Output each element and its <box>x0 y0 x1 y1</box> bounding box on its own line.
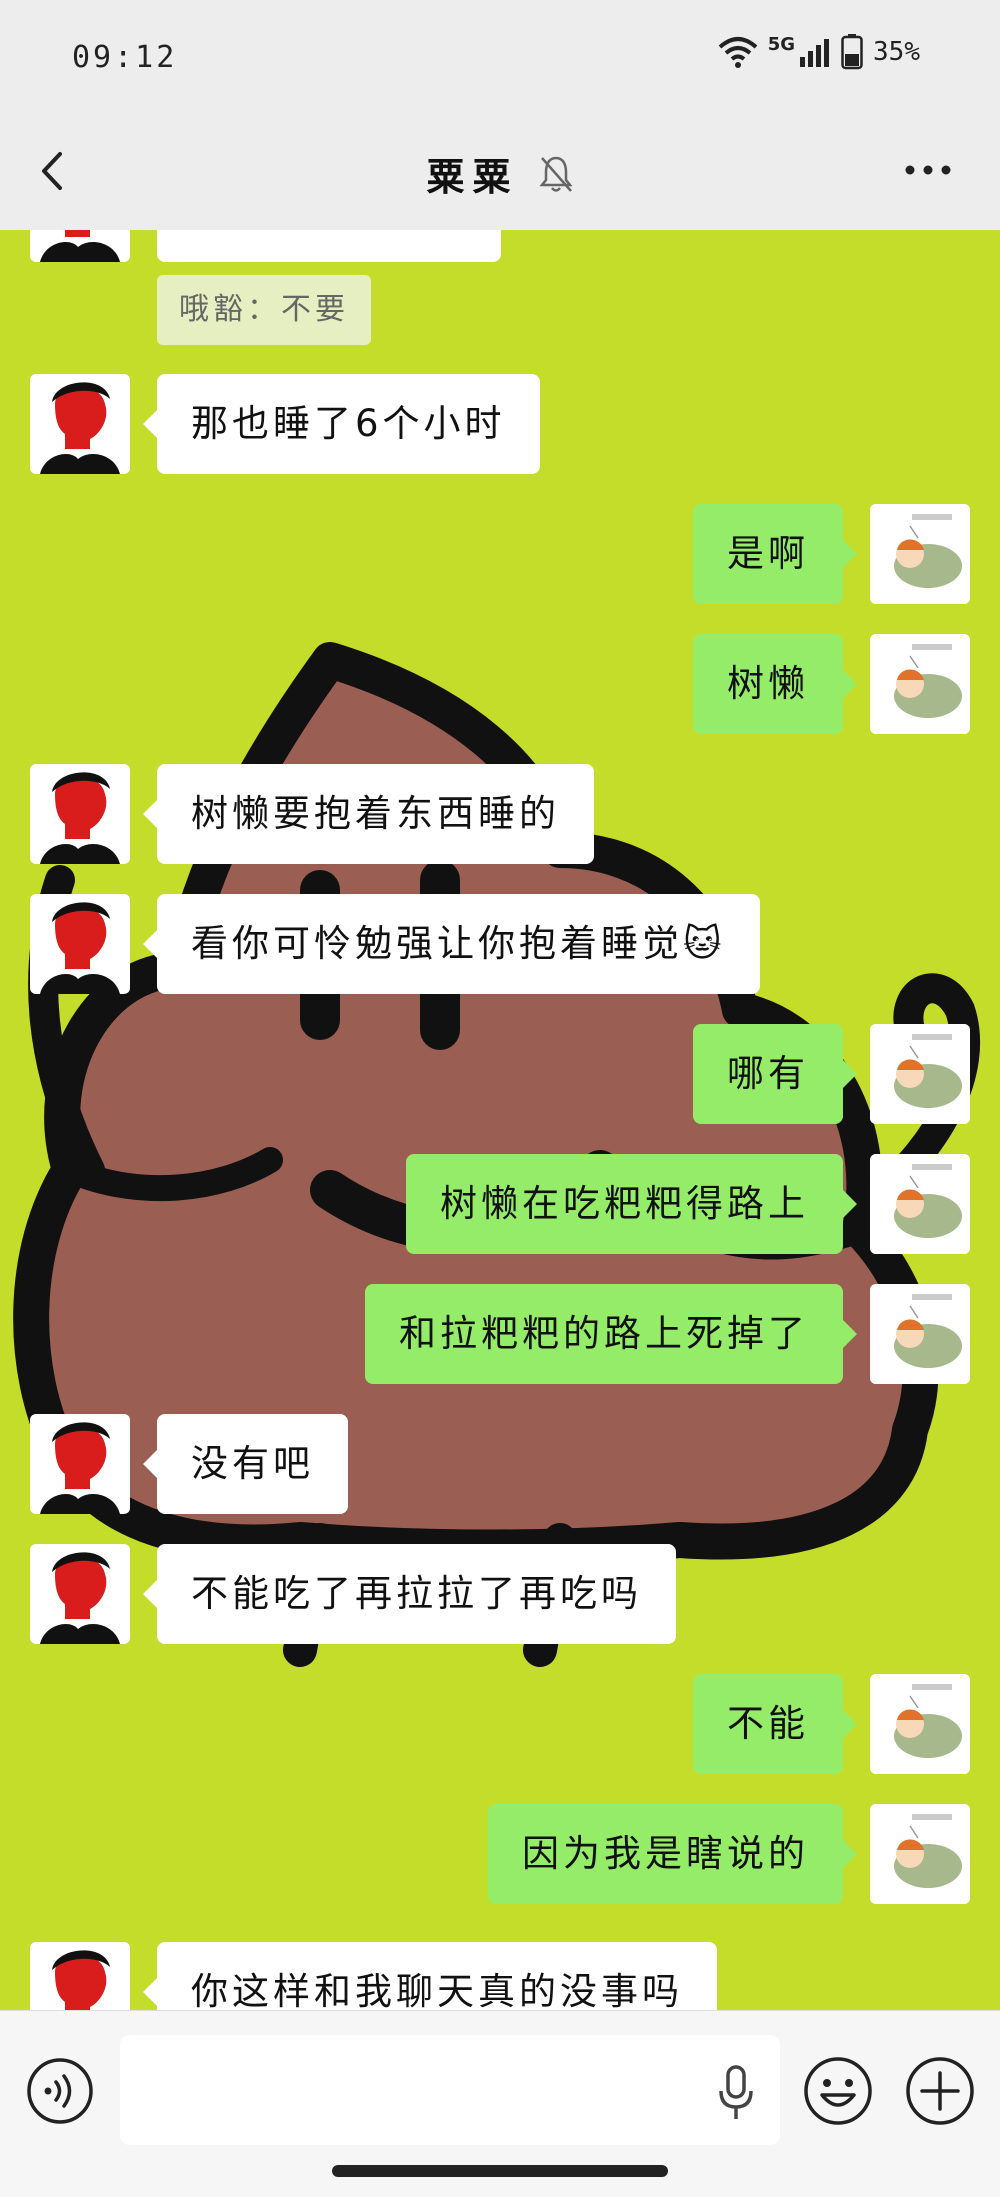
status-time: 09:12 <box>72 40 178 75</box>
message-bubble-in[interactable]: 看你可怜勉强让你抱着睡觉🐱 <box>143 894 760 994</box>
contact-avatar[interactable] <box>30 894 130 994</box>
status-bar: 09:12 5G 35% <box>0 0 1000 112</box>
message-bubble-out[interactable]: 树懒在吃粑粑得路上 <box>406 1154 857 1254</box>
mute-bell-icon <box>538 156 573 192</box>
status-icons: 5G 35% <box>718 34 920 70</box>
home-indicator[interactable] <box>332 2165 668 2177</box>
chat-area[interactable]: 哦豁：不要 那也睡了6个小时 是啊 树懒 树懒要抱着东西睡的 看你可怜勉强让你抱… <box>0 230 1000 2010</box>
battery-percent: 35% <box>873 37 920 67</box>
message-input[interactable] <box>120 2035 780 2145</box>
message-bubble-out[interactable]: 因为我是瞎说的 <box>488 1804 857 1904</box>
message-bubble-out[interactable]: 是啊 <box>693 504 857 604</box>
contact-avatar[interactable] <box>30 230 130 262</box>
emoji-icon[interactable] <box>802 2055 874 2127</box>
contact-avatar[interactable] <box>30 764 130 864</box>
message-bubble-out[interactable]: 哪有 <box>693 1024 857 1124</box>
message-bubble-in[interactable]: 树懒要抱着东西睡的 <box>143 764 594 864</box>
message-bubble-out[interactable]: 和拉粑粑的路上死掉了 <box>365 1284 857 1384</box>
my-avatar[interactable] <box>870 634 970 734</box>
chat-title: 粟粟 <box>426 155 519 199</box>
network-label: 5G <box>767 34 796 55</box>
mic-icon[interactable] <box>714 2063 758 2123</box>
my-avatar[interactable] <box>870 1154 970 1254</box>
plus-icon[interactable] <box>904 2055 976 2127</box>
message-bubble-in[interactable]: 不能吃了再拉拉了再吃吗 <box>143 1544 676 1644</box>
message-bubble-in[interactable]: 你这样和我聊天真的没事吗 <box>143 1942 717 2010</box>
my-avatar[interactable] <box>870 504 970 604</box>
contact-avatar[interactable] <box>30 1414 130 1514</box>
battery-icon <box>841 34 863 70</box>
contact-avatar[interactable] <box>30 1544 130 1644</box>
my-avatar[interactable] <box>870 1804 970 1904</box>
message-bubble-in[interactable]: 那也睡了6个小时 <box>143 374 540 474</box>
chat-header: 粟粟 <box>0 112 1000 230</box>
more-options-icon[interactable] <box>902 152 954 188</box>
message-bubble-out[interactable]: 树懒 <box>693 634 857 734</box>
my-avatar[interactable] <box>870 1024 970 1124</box>
signal-icon <box>800 39 830 67</box>
message-bubble-in[interactable] <box>157 230 501 262</box>
message-bubble-in[interactable]: 没有吧 <box>143 1414 348 1514</box>
title-wrap: 粟粟 <box>0 146 1000 201</box>
wifi-icon <box>718 37 758 68</box>
contact-avatar[interactable] <box>30 374 130 474</box>
quoted-message[interactable]: 哦豁：不要 <box>157 275 371 345</box>
message-bubble-out[interactable]: 不能 <box>693 1674 857 1774</box>
my-avatar[interactable] <box>870 1674 970 1774</box>
my-avatar[interactable] <box>870 1284 970 1384</box>
voice-icon[interactable] <box>26 2057 94 2125</box>
contact-avatar[interactable] <box>30 1942 130 2010</box>
